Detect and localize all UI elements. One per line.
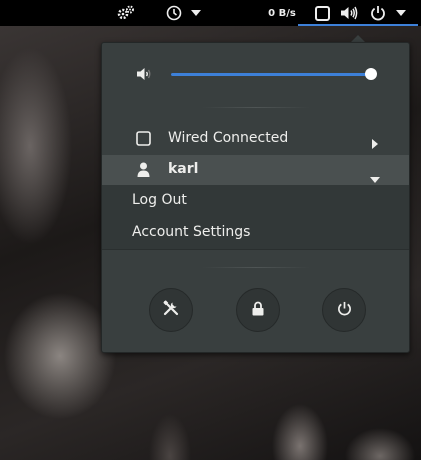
- volume-icon[interactable]: [338, 0, 360, 26]
- user-submenu: Log Out Account Settings: [102, 185, 409, 249]
- submenu-border: [102, 249, 409, 250]
- network-row[interactable]: Wired Connected: [102, 125, 409, 153]
- volume-low-icon: [136, 66, 152, 86]
- network-speed-text: 0 B/s: [268, 7, 296, 19]
- active-indicator: [298, 24, 418, 26]
- clock-dropdown-arrow-icon[interactable]: [189, 0, 203, 26]
- user-icon: [137, 162, 150, 181]
- settings-button[interactable]: [149, 288, 193, 332]
- separator: [202, 107, 310, 108]
- system-tools-icon[interactable]: [115, 0, 137, 26]
- user-name: karl: [168, 161, 199, 177]
- log-out-label: Log Out: [132, 192, 187, 208]
- network-wired-icon: [136, 131, 151, 150]
- power-icon[interactable]: [368, 0, 388, 26]
- top-bar: 0 B/s: [0, 0, 421, 26]
- lock-icon: [252, 301, 264, 320]
- screen-icon[interactable]: [312, 0, 332, 26]
- separator: [202, 267, 310, 268]
- volume-slider[interactable]: [171, 68, 377, 80]
- account-settings-item[interactable]: Account Settings: [102, 217, 409, 249]
- user-row[interactable]: karl: [102, 155, 409, 185]
- power-off-icon: [337, 301, 352, 320]
- chevron-right-icon: [372, 134, 378, 153]
- volume-row: [102, 61, 409, 87]
- network-label: Wired Connected: [168, 130, 289, 146]
- log-out-item[interactable]: Log Out: [102, 185, 409, 217]
- volume-slider-fill: [171, 73, 371, 76]
- system-dropdown-arrow-icon[interactable]: [394, 0, 408, 26]
- account-settings-label: Account Settings: [132, 224, 251, 240]
- lock-button[interactable]: [236, 288, 280, 332]
- settings-icon: [163, 300, 179, 320]
- clock-icon[interactable]: [164, 0, 184, 26]
- volume-slider-handle[interactable]: [364, 68, 377, 80]
- power-off-button[interactable]: [322, 288, 366, 332]
- system-menu: Wired Connected karl Log Out Account Set…: [101, 42, 410, 353]
